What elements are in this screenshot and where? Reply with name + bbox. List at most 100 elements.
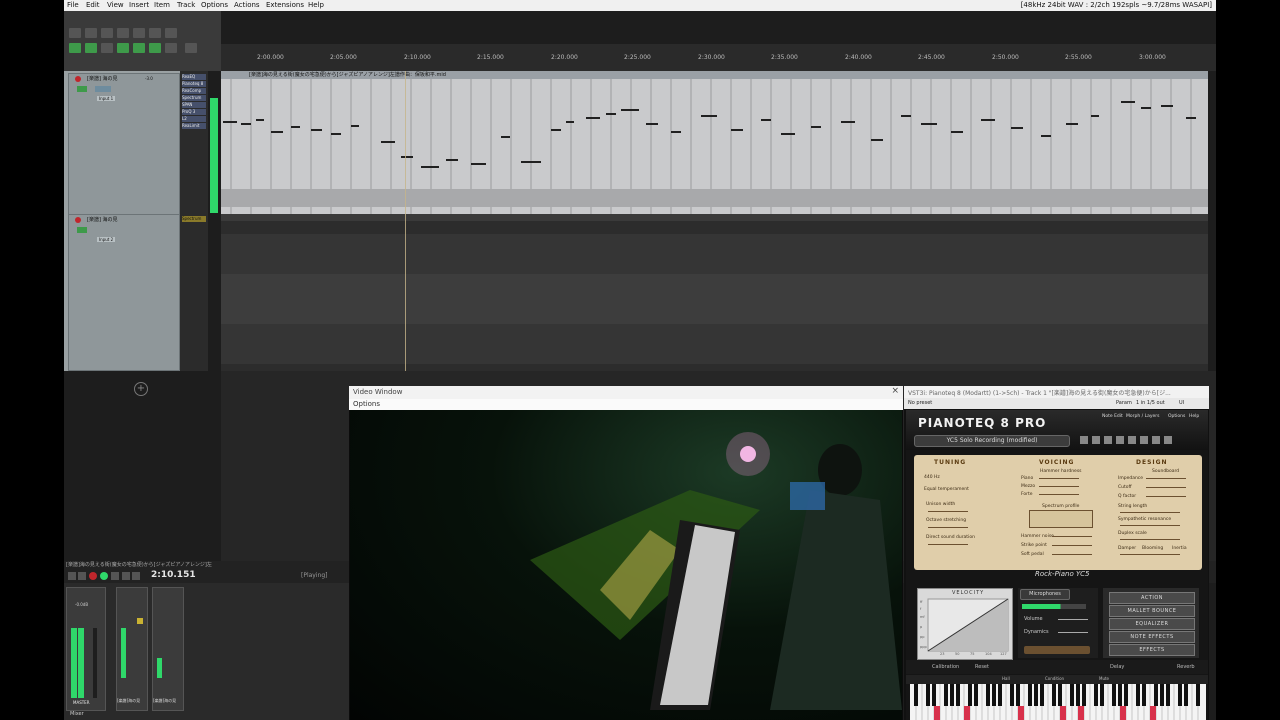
pianoteq-titlebar[interactable]: VST3i: Pianoteq 8 (Modartt) (1->5ch) - T… — [904, 386, 1209, 398]
envelope-icon[interactable] — [117, 43, 129, 53]
spectrum-profile-editor[interactable] — [1029, 510, 1093, 528]
impedance-slider[interactable] — [1146, 478, 1186, 479]
cutoff-slider[interactable] — [1146, 487, 1186, 488]
fx-slot[interactable]: ReaComp — [182, 88, 206, 94]
undo-icon[interactable] — [133, 28, 145, 38]
track-2-name[interactable]: [楽譜] 海の見 — [87, 216, 118, 223]
velocity-curve-panel[interactable]: VELOCITY ppp pp p mf f ff 23 50 75 104 1… — [917, 588, 1013, 660]
track-1-input[interactable]: Input 1 — [97, 96, 116, 101]
menu-file[interactable]: File — [67, 1, 79, 9]
master-fader[interactable] — [93, 628, 97, 698]
track-2-input[interactable]: Input 2 — [97, 237, 116, 242]
note-edit-tab[interactable]: Note Edit — [1102, 414, 1123, 419]
snap-icon[interactable] — [133, 43, 145, 53]
dynamics-slider[interactable] — [1058, 632, 1088, 633]
strike-point-slider[interactable] — [1052, 545, 1092, 546]
menu-insert[interactable]: Insert — [129, 1, 149, 9]
hammer-forte-slider[interactable] — [1039, 494, 1079, 495]
crossfade-icon[interactable] — [149, 43, 161, 53]
edit-cursor-icon[interactable] — [185, 43, 197, 53]
redo-icon[interactable] — [1128, 436, 1136, 444]
mallet-bounce-button[interactable]: MALLET BOUNCE — [1109, 605, 1195, 617]
record-arm-icon[interactable] — [75, 76, 81, 82]
midi-item[interactable]: [楽譜]海の見える街(魔女の宅急便)から[ジャズピアノアレンジ]左譜作曲：保坂和… — [221, 71, 1208, 214]
timeline-ruler[interactable]: 2:00.000 2:05.000 2:10.000 2:15.000 2:20… — [221, 44, 1216, 71]
fx-slot[interactable]: Pianoteq 8 — [182, 81, 206, 87]
empty-track-area[interactable] — [64, 371, 221, 561]
equalizer-button[interactable]: EQUALIZER — [1109, 618, 1195, 630]
options-tab[interactable]: Options — [1168, 414, 1185, 419]
pedals-icon[interactable] — [1024, 646, 1090, 654]
hammer-piano-slider[interactable] — [1039, 478, 1079, 479]
delay-toggle[interactable]: Delay — [1110, 664, 1124, 670]
add-track-icon[interactable]: + — [134, 382, 148, 396]
duplex-scale-slider[interactable] — [1120, 539, 1180, 540]
mixer-strip-2[interactable]: [楽譜]海の見 — [152, 587, 184, 711]
menu-icon[interactable] — [1164, 436, 1172, 444]
go-start-icon[interactable] — [68, 572, 76, 580]
calibration-button[interactable]: Calibration — [932, 664, 959, 670]
q-factor-slider[interactable] — [1146, 496, 1186, 497]
track-1-name[interactable]: [楽譜] 海の見 — [87, 75, 118, 82]
help-tab[interactable]: Help — [1189, 414, 1199, 419]
blooming-slider[interactable] — [1120, 554, 1180, 555]
effects-button[interactable]: EFFECTS — [1109, 644, 1195, 656]
open-project-icon[interactable] — [85, 28, 97, 38]
video-window-titlebar[interactable]: Video Window × — [349, 386, 903, 399]
preset-dropdown[interactable]: No preset — [908, 400, 932, 406]
strip-1-fx-icon[interactable] — [137, 618, 143, 624]
menu-options[interactable]: Options — [201, 1, 228, 9]
direct-sound-slider[interactable] — [928, 544, 968, 545]
audio-item-header[interactable] — [221, 214, 1208, 221]
menu-view[interactable]: View — [107, 1, 124, 9]
tuning-frequency[interactable]: 440 Hz — [924, 475, 940, 480]
go-end-icon[interactable] — [78, 572, 86, 580]
fx-slot[interactable]: ProQ 3 — [182, 109, 206, 115]
menu-edit[interactable]: Edit — [86, 1, 100, 9]
menu-item[interactable]: Item — [154, 1, 170, 9]
redo-icon[interactable] — [149, 28, 161, 38]
mixer-tab[interactable]: Mixer — [70, 711, 84, 717]
microphones-dropdown[interactable]: Microphones — [1020, 589, 1070, 600]
piano-keyboard[interactable] — [910, 684, 1206, 720]
play-icon[interactable] — [100, 572, 108, 580]
note-effects-button[interactable]: NOTE EFFECTS — [1109, 631, 1195, 643]
volume-slider[interactable] — [1058, 619, 1088, 620]
param-button[interactable]: Param — [1116, 400, 1132, 406]
fx-slot[interactable]: SPAN — [182, 102, 206, 108]
project-settings-icon[interactable] — [117, 28, 129, 38]
close-icon[interactable]: × — [891, 386, 899, 396]
menu-help[interactable]: Help — [308, 1, 324, 9]
new-project-icon[interactable] — [69, 28, 81, 38]
io-button[interactable]: 1 in 1/5 out — [1136, 400, 1165, 406]
unison-width-slider[interactable] — [928, 511, 968, 512]
metronome-icon[interactable] — [165, 43, 177, 53]
fx-slot[interactable]: ReaEQ — [182, 74, 206, 80]
save-icon[interactable] — [1092, 436, 1100, 444]
tuning-temperament[interactable]: Equal temperament — [924, 487, 969, 492]
track-2-fx-icon[interactable] — [77, 227, 87, 233]
ripple-icon[interactable] — [101, 43, 113, 53]
track-1-fx-icon[interactable] — [77, 86, 87, 92]
record-icon[interactable] — [89, 572, 97, 580]
wrench-icon[interactable] — [1080, 436, 1088, 444]
grid-icon[interactable] — [69, 43, 81, 53]
menu-actions[interactable]: Actions — [234, 1, 260, 9]
sympathetic-resonance-slider[interactable] — [1120, 525, 1180, 526]
mixer-strip-1[interactable]: [楽譜]海の見 — [116, 587, 148, 711]
master-strip[interactable]: -0.0dB MASTER — [66, 587, 106, 711]
save-project-icon[interactable] — [101, 28, 113, 38]
reset-button[interactable]: Reset — [975, 664, 989, 670]
record-arm-icon[interactable] — [75, 217, 81, 223]
track-1-panel[interactable]: [楽譜] 海の見 -3.0 Input 1 — [68, 73, 180, 215]
gear-icon[interactable] — [1140, 436, 1148, 444]
midi-item-header[interactable]: [楽譜]海の見える街(魔女の宅急便)から[ジャズピアノアレンジ]左譜作曲：保坂和… — [221, 71, 1208, 79]
video-options-menu[interactable]: Options — [353, 400, 380, 408]
stop-icon[interactable] — [122, 572, 130, 580]
audio-track-lane[interactable] — [221, 214, 1208, 371]
morph-layers-tab[interactable]: Morph / Layers — [1126, 414, 1159, 419]
hammer-mezzo-slider[interactable] — [1039, 486, 1079, 487]
fx-slot-track2[interactable]: Spectrum M — [182, 216, 206, 222]
pause-icon[interactable] — [132, 572, 140, 580]
menu-extensions[interactable]: Extensions — [266, 1, 304, 9]
